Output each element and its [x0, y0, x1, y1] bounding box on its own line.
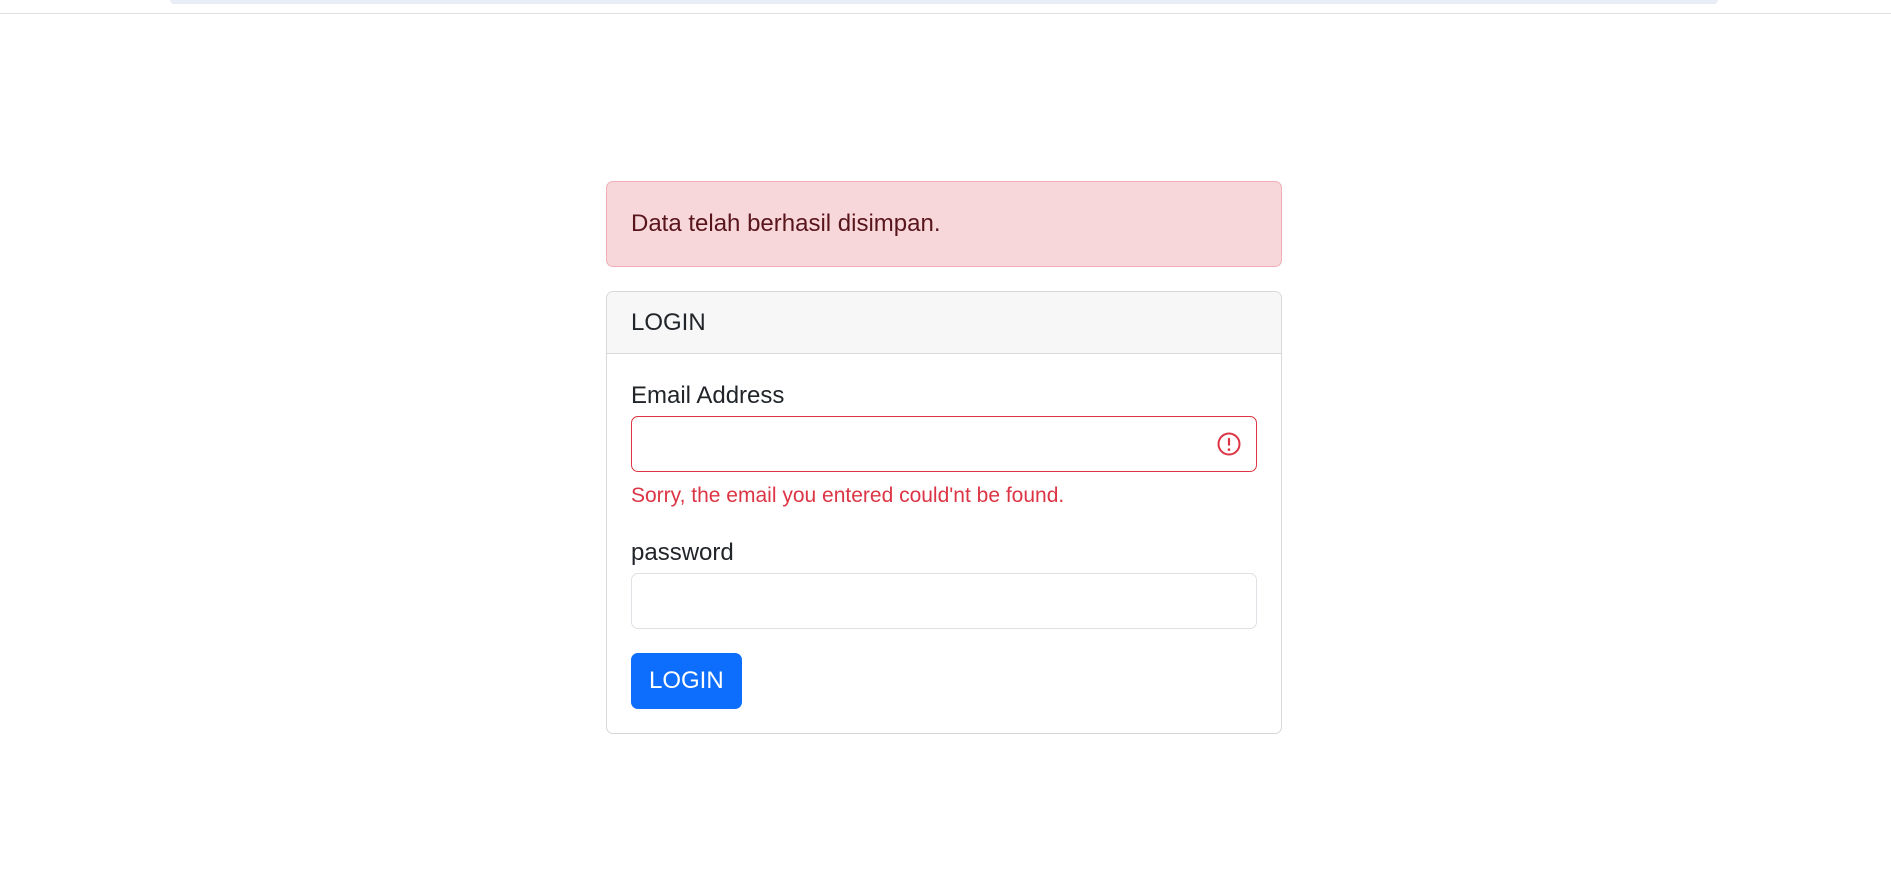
login-form: Email Address Sorry, the email you enter…: [607, 354, 1281, 733]
password-label: password: [631, 539, 734, 566]
password-field[interactable]: [632, 574, 1256, 628]
email-label: Email Address: [631, 382, 785, 409]
status-alert: Data telah berhasil disimpan.: [606, 181, 1282, 267]
login-card: LOGIN Email Address Sorry, the email you…: [606, 291, 1282, 734]
email-group: Email Address Sorry, the email you enter…: [631, 382, 1257, 509]
password-group: password: [631, 539, 1257, 629]
alert-message: Data telah berhasil disimpan.: [631, 210, 941, 237]
login-button[interactable]: LOGIN: [631, 653, 742, 709]
login-container: Data telah berhasil disimpan. LOGIN Emai…: [606, 181, 1282, 734]
email-field[interactable]: [632, 417, 1256, 471]
address-bar-edge: [170, 0, 1718, 4]
email-field-wrapper: [631, 416, 1257, 472]
exclamation-circle-icon: [1217, 432, 1241, 456]
card-header: LOGIN: [607, 292, 1281, 354]
card-title: LOGIN: [631, 308, 706, 336]
browser-top-strip: [0, 0, 1891, 14]
password-field-wrapper: [631, 573, 1257, 629]
email-error-message: Sorry, the email you entered could'nt be…: [631, 484, 1065, 507]
